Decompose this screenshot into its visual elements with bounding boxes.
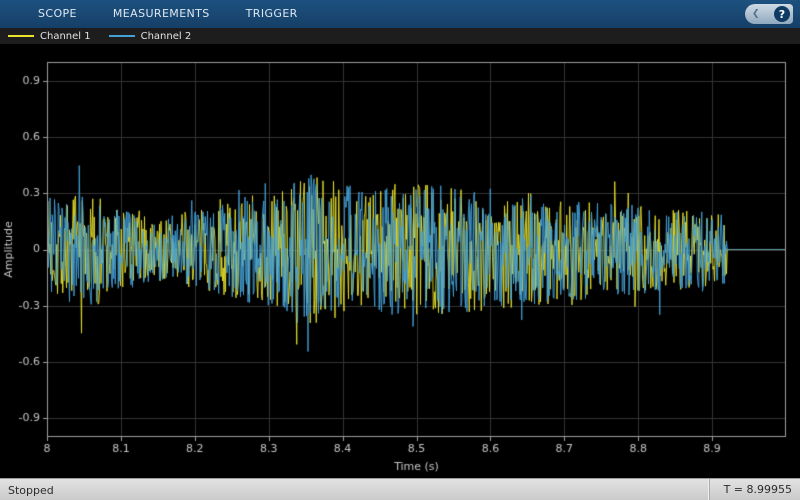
status-bar: Stopped T = 8.99955 — [0, 478, 800, 500]
status-text: Stopped — [8, 483, 54, 497]
channel2-line-swatch — [108, 35, 135, 37]
waveform-canvas[interactable] — [0, 45, 800, 478]
help-button[interactable]: ❮ ? — [745, 4, 793, 24]
scope-window: SCOPE MEASUREMENTS TRIGGER ❮ ? Channel 1… — [0, 0, 800, 500]
legend-label-channel1: Channel 1 — [40, 30, 91, 42]
help-icon: ? — [774, 6, 790, 22]
tab-scope[interactable]: SCOPE — [20, 0, 95, 28]
legend-bar: Channel 1 Channel 2 — [0, 28, 800, 45]
legend-item-channel1[interactable]: Channel 1 — [8, 31, 91, 42]
channel1-line-swatch — [8, 35, 34, 37]
legend-label-channel2: Channel 2 — [140, 30, 192, 42]
plot-area — [0, 45, 800, 478]
toolbar: SCOPE MEASUREMENTS TRIGGER ❮ ? — [0, 0, 800, 28]
time-readout: T = 8.99955 — [708, 479, 800, 500]
tab-trigger[interactable]: TRIGGER — [228, 0, 316, 28]
legend-item-channel2[interactable]: Channel 2 — [108, 30, 192, 42]
chevron-left-icon: ❮ — [752, 9, 760, 19]
tab-measurements[interactable]: MEASUREMENTS — [95, 0, 228, 28]
